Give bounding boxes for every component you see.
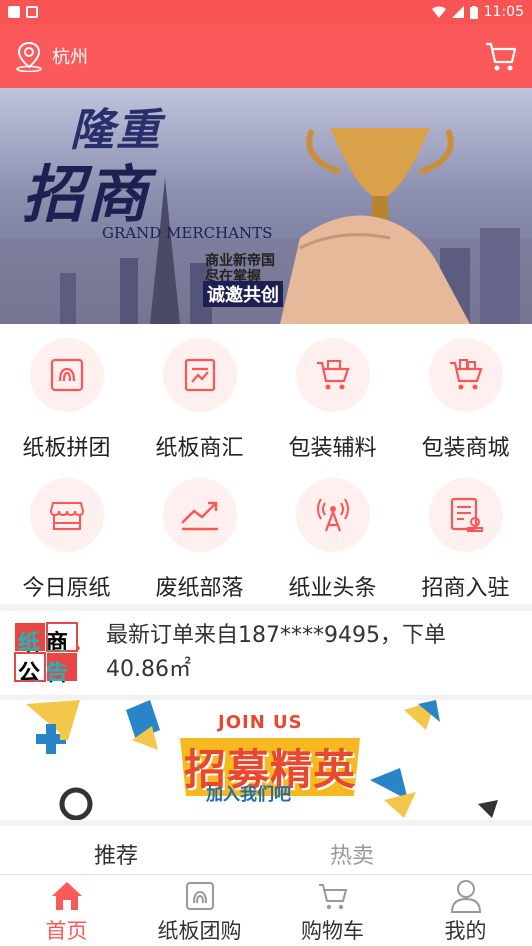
badge-line1: 纸商 <box>17 631 74 656</box>
nav-home[interactable]: 首页 <box>0 875 133 946</box>
clock: 11:05 <box>483 4 524 20</box>
document-icon <box>450 497 483 532</box>
menu-label: 包装商城 <box>421 436 510 461</box>
menu-item-paper-headlines[interactable]: 纸业头条 <box>266 464 399 604</box>
cart-icon <box>449 359 483 390</box>
banner-english-title: GRAND MERCHANTS <box>102 224 273 242</box>
home-icon <box>51 882 82 910</box>
announcement-bar[interactable]: 纸商 公告 最新订单来自187****9495，下单40.86㎡ <box>0 611 532 695</box>
user-icon <box>450 880 481 913</box>
banner-title-2: 招商 <box>22 158 151 231</box>
chart-icon <box>184 358 215 392</box>
recruit-title: JOIN US <box>218 712 303 733</box>
menu-item-packaging-materials[interactable]: 包装辅料 <box>266 324 399 464</box>
wifi-icon <box>431 6 446 18</box>
recruit-banner[interactable]: JOIN US 招募精英 加入我们吧 <box>0 700 532 820</box>
menu-label: 招商入驻 <box>421 576 510 601</box>
nav-label: 纸板团购 <box>157 919 242 943</box>
menu-item-merchant-join[interactable]: 招商入驻 <box>399 464 532 604</box>
menu-item-waste-paper[interactable]: 废纸部落 <box>133 464 266 604</box>
banner-slogan-3: 诚邀共创 <box>203 281 283 307</box>
cart-icon <box>316 360 350 390</box>
function-menu: 纸板拼团 纸板商汇 包装辅料 包装商城 今日原纸 废纸部落 纸业头条 招商入驻 <box>0 324 532 604</box>
cardboard-icon <box>185 882 214 910</box>
battery-icon <box>469 5 478 19</box>
broadcast-icon <box>316 498 349 532</box>
menu-item-packaging-mall[interactable]: 包装商城 <box>399 324 532 464</box>
location-pin-icon[interactable] <box>14 40 44 72</box>
recruit-sub-text: 加入我们吧 <box>206 785 291 805</box>
trend-icon <box>180 501 218 531</box>
tab-recommend[interactable]: 推荐 <box>94 838 138 870</box>
menu-label: 纸板商汇 <box>155 436 244 461</box>
product-tabs: 推荐 热卖 <box>0 826 532 874</box>
promo-banner[interactable]: 隆重 招商 GRAND MERCHANTS 商业新帝国 尽在掌握 诚邀共创 <box>0 88 532 324</box>
tab-hot[interactable]: 热卖 <box>330 838 374 870</box>
cart-icon[interactable] <box>484 39 518 73</box>
app-notification-icon <box>26 6 38 18</box>
menu-item-cardboard-hub[interactable]: 纸板商汇 <box>133 324 266 464</box>
menu-label: 纸业头条 <box>288 576 377 601</box>
menu-label: 包装辅料 <box>288 436 377 461</box>
status-bar: 11:05 <box>0 0 532 24</box>
menu-item-cardboard-group[interactable]: 纸板拼团 <box>0 324 133 464</box>
nav-cardboard-buy[interactable]: 纸板团购 <box>133 875 266 946</box>
menu-label: 今日原纸 <box>22 576 111 601</box>
cart-icon <box>318 884 347 910</box>
nav-cart[interactable]: 购物车 <box>266 875 399 946</box>
notification-icon <box>8 6 20 18</box>
announcement-badge: 纸商 公告 <box>14 622 80 686</box>
announcement-text: 最新订单来自187****9495，下单40.86㎡ <box>106 623 446 682</box>
store-icon <box>49 502 84 530</box>
nav-label: 首页 <box>45 919 88 943</box>
nav-label: 购物车 <box>301 919 364 943</box>
nav-profile[interactable]: 我的 <box>399 875 532 946</box>
city-selector[interactable]: 杭州 <box>52 43 88 69</box>
menu-label: 废纸部落 <box>155 576 244 601</box>
menu-label: 纸板拼团 <box>22 436 111 461</box>
app-header: 杭州 <box>0 24 532 88</box>
bottom-navigation: 首页 纸板团购 购物车 我的 <box>0 874 532 946</box>
menu-item-today-paper[interactable]: 今日原纸 <box>0 464 133 604</box>
nav-label: 我的 <box>444 919 487 943</box>
cardboard-group-icon <box>50 358 83 392</box>
badge-line2: 公告 <box>17 661 74 686</box>
signal-icon <box>451 6 464 18</box>
